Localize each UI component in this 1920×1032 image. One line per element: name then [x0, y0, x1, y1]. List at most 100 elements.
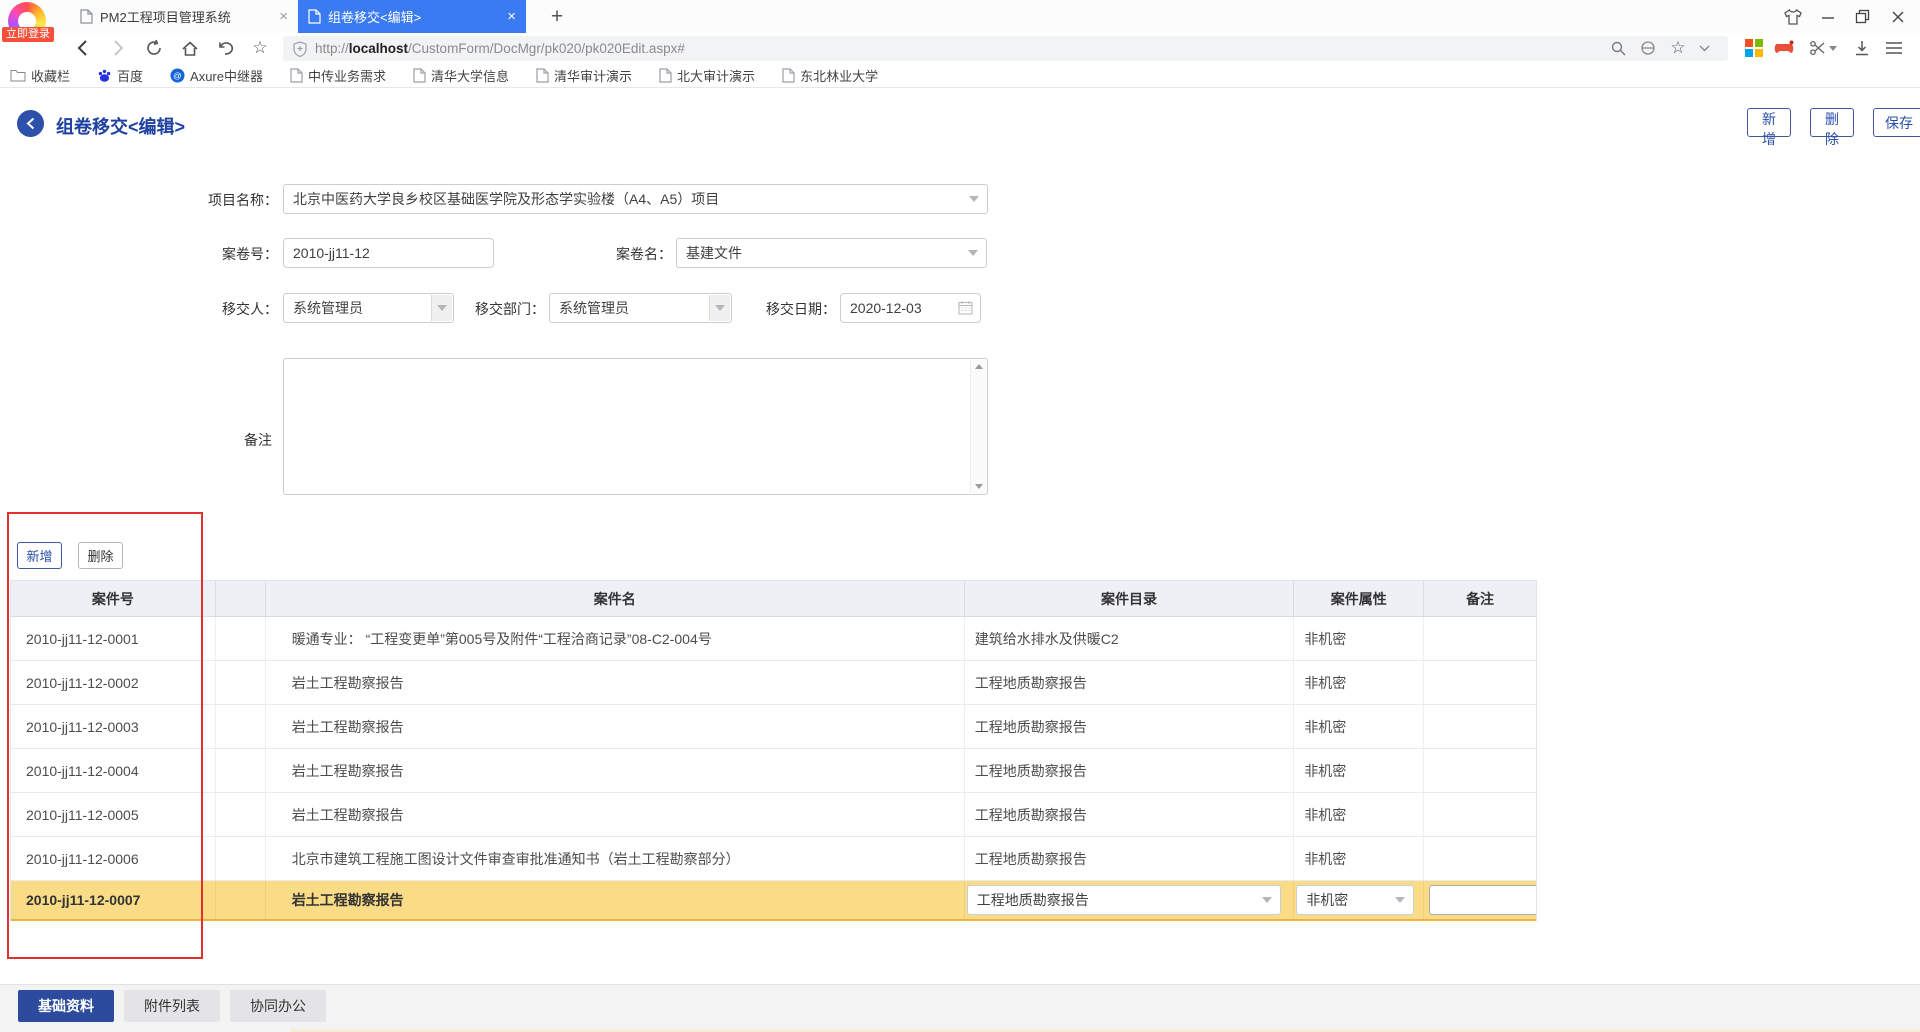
scissors-dropdown-icon[interactable]: [1826, 35, 1840, 61]
address-bar: ☆ http://localhost/CustomForm/DocMgr/pk0…: [0, 33, 1920, 63]
chevron-down-icon[interactable]: [1690, 35, 1718, 61]
page-back-button[interactable]: [17, 110, 44, 137]
undo-history-button[interactable]: [211, 35, 239, 61]
cell-remark: [1424, 881, 1536, 919]
page-icon: [80, 9, 93, 24]
calendar-icon[interactable]: [958, 300, 973, 315]
cell-case-name: 暖通专业： “工程变更单”第005号及附件“工程洽商记录”08-C2-004号: [266, 617, 965, 660]
zoom-icon[interactable]: [1604, 35, 1632, 61]
grid-delete-button[interactable]: 删除: [78, 542, 123, 569]
remark-label: 备注: [244, 430, 272, 450]
chevron-box: [709, 295, 730, 321]
favorite-star-button[interactable]: ☆: [246, 35, 274, 61]
table-row[interactable]: 2010-jj11-12-0001暖通专业： “工程变更单”第005号及附件“工…: [11, 617, 1536, 661]
header-save-button[interactable]: 保存: [1873, 108, 1920, 137]
bookmark-label: 清华审计演示: [554, 66, 632, 85]
table-row[interactable]: 2010-jj11-12-0007岩土工程勘察报告工程地质勘察报告非机密: [11, 881, 1536, 921]
menu-hamburger-icon[interactable]: [1880, 35, 1908, 61]
table-row[interactable]: 2010-jj11-12-0006 北京市建筑工程施工图设计文件审查审批准通知书（…: [11, 837, 1536, 881]
browser-tab-bar: 立即登录 PM2工程项目管理系统×组卷移交<编辑>× +: [0, 0, 1920, 33]
file-name-select[interactable]: 基建文件: [676, 238, 987, 268]
apps-grid-icon[interactable]: [1740, 35, 1768, 61]
back-button[interactable]: [68, 35, 96, 61]
footer-bar: 基础资料附件列表协同办公: [0, 984, 1920, 1032]
cell-case-no: 2010-jj11-12-0003: [11, 705, 216, 748]
chevron-down-icon: [969, 196, 979, 202]
tab-label: 组卷移交<编辑>: [328, 7, 421, 26]
bookmark-item[interactable]: 北大审计演示: [659, 66, 755, 85]
project-name-select[interactable]: 北京中医药大学良乡校区基础医学院及形态学实验楼（A4、A5）项目: [283, 184, 988, 214]
header-delete-button[interactable]: 删除: [1810, 108, 1854, 137]
remark-textarea[interactable]: [283, 358, 988, 495]
chevron-down-icon: [1395, 897, 1405, 903]
header-add-button[interactable]: 新增: [1747, 108, 1791, 137]
bookmark-item[interactable]: 中传业务需求: [290, 66, 386, 85]
close-button[interactable]: [1880, 0, 1915, 33]
tab-close-icon[interactable]: ×: [279, 8, 288, 25]
chevron-down-icon: [437, 305, 447, 311]
bookmark-item[interactable]: 东北林业大学: [782, 66, 878, 85]
bookmark-item[interactable]: @Axure中继器: [170, 66, 263, 85]
compatibility-ie-icon[interactable]: [1634, 35, 1662, 61]
grid-toolbar: 新增删除: [17, 542, 123, 569]
footer-tab-attachment-list[interactable]: 附件列表: [124, 990, 220, 1022]
attr-select[interactable]: 非机密: [1296, 885, 1414, 915]
handover-dept-value: 系统管理员: [559, 298, 629, 318]
table-row[interactable]: 2010-jj11-12-0005岩土工程勘察报告工程地质勘察报告非机密: [11, 793, 1536, 837]
bookmark-label: 清华大学信息: [431, 66, 509, 85]
grid-add-button[interactable]: 新增: [17, 542, 62, 569]
tab-close-icon[interactable]: ×: [507, 8, 516, 25]
cell-case-no: 2010-jj11-12-0002: [11, 661, 216, 704]
footer-tab-basic-info[interactable]: 基础资料: [18, 990, 114, 1022]
handover-person-select[interactable]: 系统管理员: [283, 293, 454, 323]
bookmark-item[interactable]: 百度: [97, 66, 143, 85]
cell-case-name: 北京市建筑工程施工图设计文件审查审批准通知书（岩土工程勘察部分）: [266, 837, 965, 880]
cell-case-no: 2010-jj11-12-0005: [11, 793, 216, 836]
table-row[interactable]: 2010-jj11-12-0004岩土工程勘察报告工程地质勘察报告非机密: [11, 749, 1536, 793]
row-remark-input[interactable]: [1429, 885, 1536, 915]
page-icon: [413, 68, 426, 83]
cell-case-name: 岩土工程勘察报告: [266, 661, 965, 704]
remark-textarea-wrap: [283, 358, 988, 495]
cell-case-name: 岩土工程勘察报告: [266, 705, 965, 748]
refresh-button[interactable]: [140, 35, 168, 61]
bookmark-star-icon[interactable]: ☆: [1664, 35, 1692, 61]
cell-remark: [1424, 793, 1536, 836]
table-row[interactable]: 2010-jj11-12-0002岩土工程勘察报告工程地质勘察报告非机密: [11, 661, 1536, 705]
file-no-input[interactable]: [283, 238, 494, 268]
file-name-label: 案卷名：: [616, 244, 672, 264]
game-center-icon[interactable]: [1770, 35, 1798, 61]
new-tab-button[interactable]: +: [540, 0, 574, 33]
browser-tab[interactable]: PM2工程项目管理系统×: [70, 0, 298, 33]
login-badge[interactable]: 立即登录: [2, 27, 54, 42]
forward-button[interactable]: [105, 35, 133, 61]
home-button[interactable]: [176, 35, 204, 61]
cell-attr: 非机密: [1294, 617, 1424, 660]
folder-icon: [10, 69, 26, 82]
minimize-button[interactable]: [1810, 0, 1845, 33]
url-input[interactable]: http://localhost/CustomForm/DocMgr/pk020…: [283, 36, 1728, 61]
theme-shirt-icon[interactable]: [1775, 0, 1810, 33]
cell-case-name: 岩土工程勘察报告: [266, 793, 965, 836]
site-shield-icon[interactable]: [293, 41, 307, 57]
cell-catalog: 工程地质勘察报告: [965, 749, 1295, 792]
table-row[interactable]: 2010-jj11-12-0003岩土工程勘察报告工程地质勘察报告非机密: [11, 705, 1536, 749]
browser-tab[interactable]: 组卷移交<编辑> ×: [298, 0, 526, 33]
cell-attr: 非机密: [1294, 705, 1424, 748]
catalog-select[interactable]: 工程地质勘察报告: [967, 885, 1281, 915]
maximize-button[interactable]: [1845, 0, 1880, 33]
grid-header: 案件号案件名案件目录案件属性备注: [11, 581, 1536, 617]
bookmark-item[interactable]: 清华大学信息: [413, 66, 509, 85]
cell-case-no: 2010-jj11-12-0006: [11, 837, 216, 880]
handover-dept-select[interactable]: 系统管理员: [549, 293, 732, 323]
cell-catalog: 工程地质勘察报告: [965, 881, 1295, 919]
cell-spacer: [216, 749, 266, 792]
cell-remark: [1424, 749, 1536, 792]
bookmark-item[interactable]: 清华审计演示: [536, 66, 632, 85]
footer-tab-collaboration[interactable]: 协同办公: [230, 990, 326, 1022]
downloads-icon[interactable]: [1848, 35, 1876, 61]
cell-case-no: 2010-jj11-12-0004: [11, 749, 216, 792]
bookmark-item[interactable]: 收藏栏: [10, 66, 70, 85]
header-buttons: 新增删除保存: [1747, 108, 1920, 137]
chevron-down-icon: [1262, 897, 1272, 903]
